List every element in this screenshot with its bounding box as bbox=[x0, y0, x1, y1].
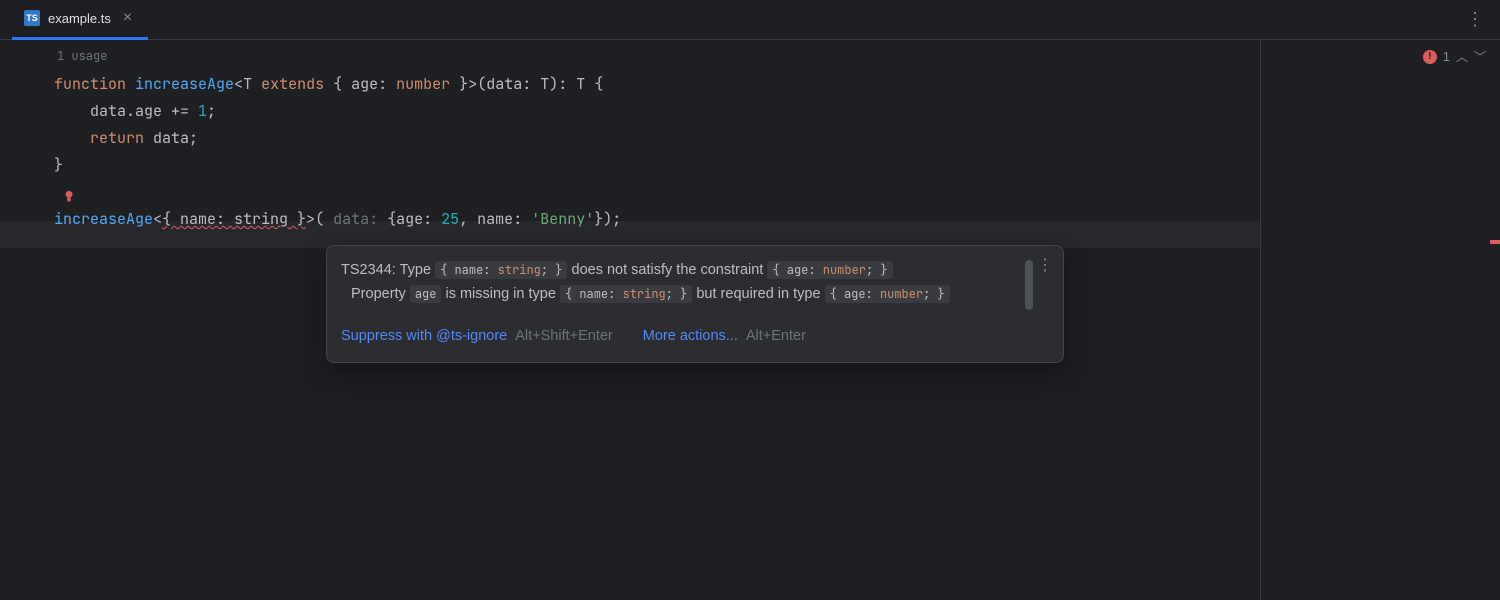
shortcut-hint: Alt+Shift+Enter bbox=[515, 328, 613, 344]
popup-actions: Suppress with @ts-ignoreAlt+Shift+Enter … bbox=[341, 324, 1049, 348]
type-chip: { age: number; } bbox=[767, 261, 892, 279]
type-chip: { name: string; } bbox=[560, 285, 692, 303]
tab-filename: example.ts bbox=[48, 11, 111, 26]
more-actions-link[interactable]: More actions... bbox=[643, 328, 738, 344]
popup-more-icon[interactable]: ⋮ bbox=[1037, 254, 1053, 278]
error-squiggle[interactable]: { name: string } bbox=[162, 209, 306, 229]
code-line: data.age += 1; bbox=[54, 98, 1500, 125]
code-line-error: increaseAge<{ name: string }>( data: {ag… bbox=[54, 206, 1500, 233]
close-tab-icon[interactable]: × bbox=[119, 9, 136, 27]
inlay-hint: data: bbox=[324, 209, 387, 229]
shortcut-hint: Alt+Enter bbox=[746, 328, 806, 344]
code-line: return data; bbox=[54, 125, 1500, 152]
error-tooltip-popup: ⋮ TS2344: Type { name: string; } does no… bbox=[326, 245, 1064, 363]
tab-bar-overflow-icon[interactable]: ⋮ bbox=[1450, 9, 1500, 30]
error-stripe-marker[interactable] bbox=[1490, 240, 1500, 244]
type-chip: age bbox=[410, 285, 442, 303]
suppress-action-link[interactable]: Suppress with @ts-ignore bbox=[341, 328, 507, 344]
code-line: function increaseAge<T extends { age: nu… bbox=[54, 71, 1500, 98]
code-line: } bbox=[54, 152, 1500, 179]
usage-inlay[interactable]: 1 usage bbox=[54, 42, 1500, 71]
editor-tab[interactable]: TS example.ts × bbox=[12, 0, 148, 40]
code-line bbox=[54, 179, 1500, 206]
error-message: TS2344: Type { name: string; } does not … bbox=[341, 258, 981, 306]
tab-bar: TS example.ts × ⋮ bbox=[0, 0, 1500, 40]
typescript-file-icon: TS bbox=[24, 10, 40, 26]
intention-bulb-icon[interactable] bbox=[62, 190, 76, 204]
type-chip: { name: string; } bbox=[435, 261, 567, 279]
type-chip: { age: number; } bbox=[825, 285, 950, 303]
popup-scrollbar[interactable] bbox=[1025, 260, 1033, 310]
code-editor[interactable]: 1 usage function increaseAge<T extends {… bbox=[0, 40, 1500, 233]
